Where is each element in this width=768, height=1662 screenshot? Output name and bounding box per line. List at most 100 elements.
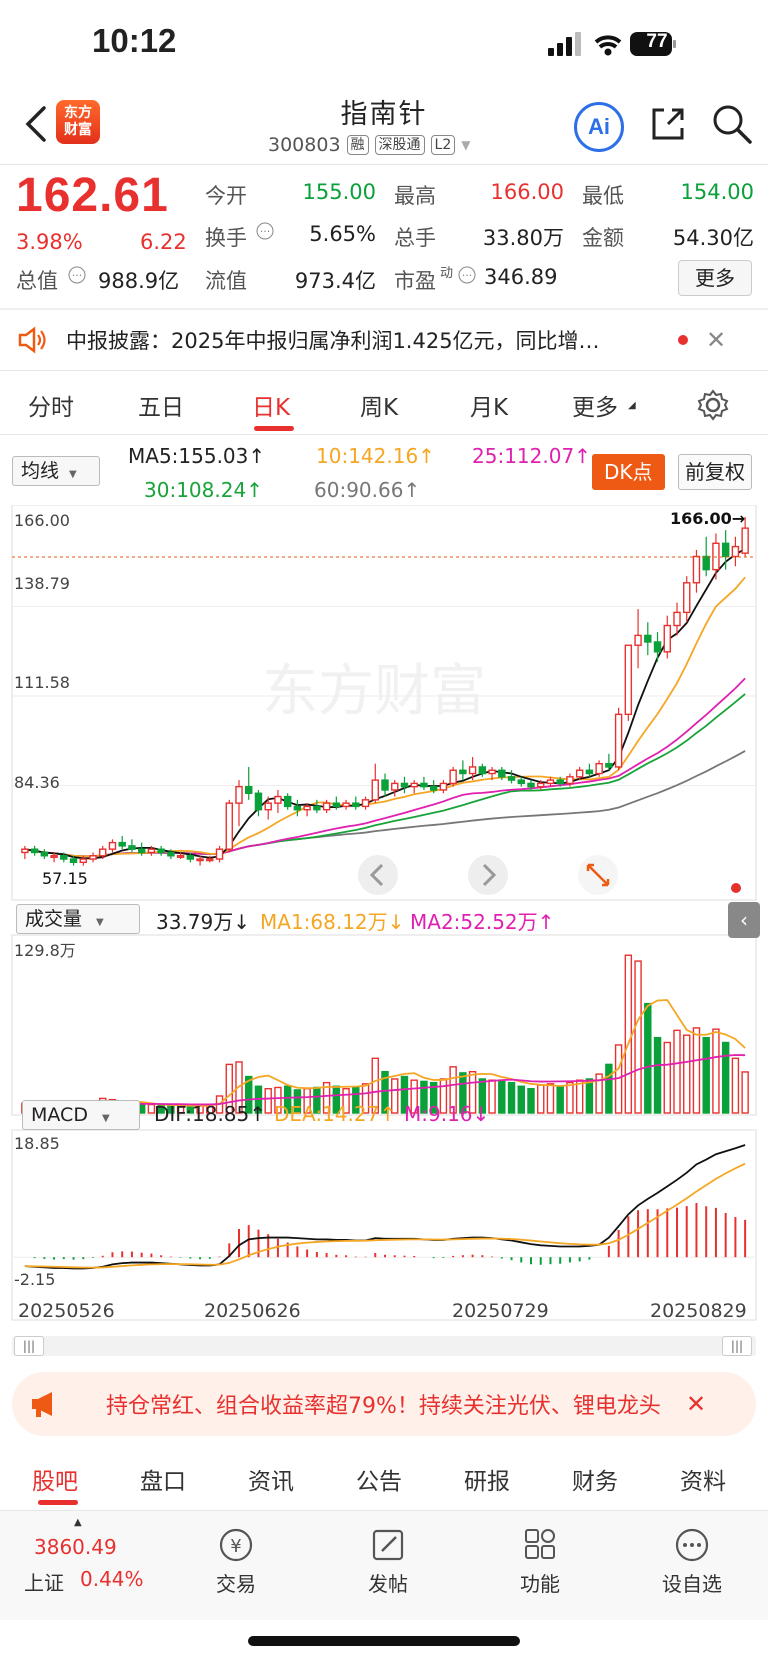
volume-bar — [644, 1002, 652, 1114]
tab-orderbook[interactable]: 盘口 — [140, 1462, 186, 1496]
banner-text: 持仓常红、组合收益率超79%！持续关注光伏、锂电龙头 — [106, 1394, 661, 1419]
float-label: 流值 — [205, 269, 247, 293]
candle — [235, 785, 243, 804]
tab-intraday[interactable]: 分时 — [28, 388, 74, 422]
pe-value: 346.89 — [484, 265, 558, 289]
ai-button[interactable]: Ai — [574, 102, 624, 152]
volume-bar — [537, 1084, 545, 1114]
volume-bar — [683, 1034, 691, 1114]
svg-text:···: ··· — [260, 225, 271, 238]
tab-profile[interactable]: 资料 — [680, 1462, 726, 1496]
speaker-icon — [18, 326, 46, 354]
candle — [478, 766, 487, 775]
candle — [342, 802, 350, 808]
candle — [429, 785, 438, 791]
candle — [89, 855, 97, 860]
nav-functions[interactable]: 功能 — [490, 1527, 590, 1597]
info-icon[interactable]: ··· — [256, 222, 274, 240]
nav-trade[interactable]: ¥ 交易 — [186, 1527, 286, 1597]
volume-bar — [624, 954, 633, 1114]
volume-bar — [663, 1041, 671, 1114]
share-icon[interactable] — [648, 104, 688, 144]
fullscreen-icon — [578, 855, 618, 895]
grid-icon — [525, 1529, 555, 1559]
volume-bar — [507, 1081, 516, 1114]
volume-bar — [605, 1063, 613, 1114]
ma10-value: 10:142.16↑ — [316, 444, 435, 468]
candle — [322, 802, 331, 811]
candle — [459, 769, 467, 775]
megaphone-icon — [32, 1392, 52, 1417]
range-handle-left[interactable]: ||| — [14, 1336, 44, 1356]
info-icon[interactable]: ··· — [68, 266, 86, 284]
tab-news[interactable]: 资讯 — [248, 1462, 294, 1496]
candle — [556, 779, 564, 785]
candle — [40, 851, 49, 857]
period-tabs: 分时 五日 日K 周K 月K 更多 ◢ — [0, 380, 768, 432]
tab-monthly-k[interactable]: 月K — [470, 388, 508, 422]
high-marker: 166.00→ — [670, 509, 745, 528]
pe-label: 市盈 — [394, 269, 436, 293]
index-value[interactable]: 3860.49 — [34, 1535, 117, 1559]
range-handle-right[interactable]: ||| — [722, 1336, 752, 1356]
volume-bar — [566, 1081, 574, 1114]
dropdown-icon[interactable]: ▼ — [461, 138, 470, 152]
news-ticker[interactable]: 中报披露：2025年中报归属净利润1.425亿元，同比增… ✕ — [0, 310, 768, 370]
candle — [663, 624, 671, 653]
candle — [634, 634, 642, 646]
open-value: 155.00 — [302, 180, 376, 204]
candle — [527, 782, 535, 788]
candle — [537, 782, 545, 788]
more-quote-button[interactable]: 更多 — [678, 260, 752, 296]
nav-post[interactable]: 发帖 — [338, 1527, 438, 1597]
svg-text:···: ··· — [72, 269, 83, 282]
tab-weekly-k[interactable]: 周K — [360, 388, 398, 422]
candle — [352, 802, 360, 808]
candle — [488, 769, 496, 775]
vol-ma2: MA2:52.52万↑ — [410, 910, 555, 934]
volume-value: 33.80万 — [482, 226, 564, 250]
promo-banner[interactable]: 持仓常红、组合收益率超79%！持续关注光伏、锂电龙头 ✕ — [12, 1372, 756, 1436]
search-icon[interactable] — [710, 102, 754, 146]
low-marker: 57.15 — [42, 869, 88, 888]
candle — [517, 779, 525, 785]
volume-bar — [731, 1057, 740, 1114]
tab-research[interactable]: 研报 — [464, 1462, 510, 1496]
wifi-icon — [594, 35, 622, 49]
tab-more[interactable]: 更多 — [572, 388, 618, 422]
candle — [60, 855, 68, 860]
info-icon[interactable]: ··· — [458, 266, 476, 284]
candle — [644, 634, 652, 643]
indicator-select[interactable]: 均线 ▼ — [12, 456, 100, 486]
index-name[interactable]: 上证 — [24, 1567, 64, 1596]
active-tab-underline — [38, 1500, 78, 1505]
volume-select[interactable]: 成交量 ▼ — [16, 904, 140, 934]
tab-finance[interactable]: 财务 — [572, 1462, 618, 1496]
tag-level2: L2 — [430, 135, 456, 155]
nav-add-watchlist[interactable]: 设自选 — [642, 1527, 742, 1597]
close-banner-icon[interactable]: ✕ — [686, 1390, 706, 1418]
candle — [245, 785, 253, 794]
tab-forum[interactable]: 股吧 — [32, 1462, 78, 1496]
status-bar: 10:12 77 — [0, 0, 768, 90]
close-icon[interactable]: ✕ — [706, 326, 726, 354]
low-value: 154.00 — [680, 180, 754, 204]
tab-daily-k[interactable]: 日K — [252, 388, 290, 422]
y-label-0: 166.00 — [14, 511, 70, 530]
dk-point-button[interactable]: DK点 — [592, 454, 665, 490]
tag-margin: 融 — [346, 135, 369, 155]
vol-ma1: MA1:68.12万↓ — [260, 910, 405, 934]
macd-bottom: -2.15 — [14, 1270, 55, 1289]
collapse-panel-icon[interactable]: ‹ — [728, 902, 760, 938]
volume-label: 总手 — [394, 226, 436, 250]
tab-5day[interactable]: 五日 — [138, 388, 184, 422]
macd-select[interactable]: MACD ▼ — [22, 1100, 140, 1130]
volume-bar — [692, 1027, 701, 1114]
signal-icon — [548, 48, 554, 56]
volume-bar — [498, 1080, 506, 1114]
range-scrollbar[interactable] — [12, 1336, 756, 1356]
adjust-button[interactable]: 前复权 — [678, 454, 752, 490]
settings-icon[interactable] — [696, 388, 730, 422]
tab-announcements[interactable]: 公告 — [356, 1462, 402, 1496]
index-pct[interactable]: 0.44% — [80, 1567, 144, 1591]
